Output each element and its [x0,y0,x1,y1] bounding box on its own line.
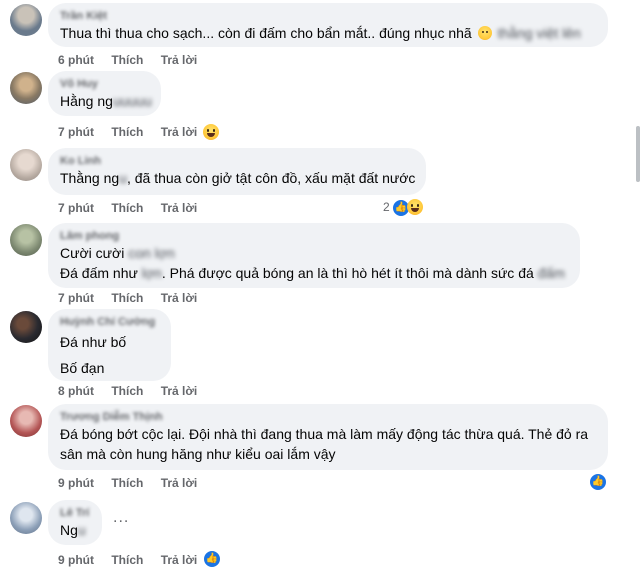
comment-text: Ng [60,522,78,538]
haha-icon[interactable] [203,124,219,140]
comment-author[interactable]: Trần Kiệt [60,10,596,23]
blurred-text: đấm [537,265,565,281]
comment-bubble: Ko Linh Thằng ngu, đã thua còn giở tật c… [48,148,426,195]
like-button[interactable]: Thích [111,53,143,67]
comment-time[interactable]: 6 phút [58,53,94,67]
reply-button[interactable]: Trả lời [161,125,198,139]
comment-bubble: Lâm phong Cười cười con lợn Đá đấm như l… [48,223,580,288]
blurred-text: u [119,170,127,186]
reply-button[interactable]: Trả lời [161,476,198,490]
avatar[interactable] [10,311,42,343]
haha-icon[interactable] [407,199,423,215]
smirk-emoji-icon [477,26,492,40]
comment-text: Đá như bố [60,334,127,350]
blurred-text: con lợn [128,245,175,261]
comment-text: Thằng ng [60,170,120,186]
comment-author[interactable]: Huỳnh Chí Cường [60,316,159,329]
scrollbar[interactable] [636,126,640,182]
comment-bubble: Lê Trí Ngu [48,500,102,545]
reply-button[interactable]: Trả lời [161,384,198,398]
comment-author[interactable]: Trương Diễm Thịnh [60,411,596,424]
comment-time[interactable]: 7 phút [58,201,94,215]
comment-time[interactable]: 7 phút [58,125,94,139]
comment-author[interactable]: Lê Trí [60,507,90,520]
blurred-text: uuuuu [112,93,152,109]
like-button[interactable]: Thích [111,553,143,567]
reply-button[interactable]: Trả lời [161,291,198,305]
more-options-button[interactable]: ... [113,509,129,527]
comment-actions: 8 phút Thích Trả lời [58,383,211,399]
blurred-text: thằng việt lên [497,25,581,41]
reply-button[interactable]: Trả lời [161,53,198,67]
like-button[interactable]: Thích [111,201,143,215]
comment-bubble: Võ Huy Hằng nguuuuu [48,71,161,116]
comment-time[interactable]: 9 phút [58,476,94,490]
comment-bubble: Trần Kiệt Thua thì thua cho sạch... còn … [48,3,608,47]
comment-time[interactable]: 8 phút [58,384,94,398]
avatar[interactable] [10,502,42,534]
like-button[interactable]: Thích [111,125,143,139]
comment-author[interactable]: Ko Linh [60,155,414,168]
comment-actions: 7 phút Thích Trả lời [58,200,211,216]
like-icon[interactable]: 👍 [589,473,607,491]
comment-actions: 9 phút Thích Trả lời [58,552,211,568]
like-button[interactable]: Thích [111,476,143,490]
avatar[interactable] [10,72,42,104]
comment-text: , đã thua còn giở tật côn đồ, xấu mặt đấ… [126,170,416,186]
comment-bubble: Trương Diễm Thịnh Đá bóng bớt cộc lại. Đ… [48,404,608,470]
comment-author[interactable]: Lâm phong [60,230,568,243]
comment-text: . Phá được quả bóng an là thì hò hét ít … [161,265,534,281]
comment-time[interactable]: 9 phút [58,553,94,567]
comment-text: Hằng ng [60,93,113,109]
comment-text: Bố đạn [60,360,105,376]
reaction-count[interactable]: 2 [383,200,390,214]
like-icon[interactable]: 👍 [203,550,221,568]
like-button[interactable]: Thích [111,384,143,398]
comment-text: Đá bóng bớt cộc lại. Đội nhà thì đang th… [60,426,589,462]
blurred-text: u [77,522,86,538]
avatar[interactable] [10,405,42,437]
like-button[interactable]: Thích [111,291,143,305]
comment-actions: 9 phút Thích Trả lời [58,475,211,491]
comment-actions: 7 phút Thích Trả lời [58,290,211,306]
reply-button[interactable]: Trả lời [161,553,198,567]
comment-time[interactable]: 7 phút [58,291,94,305]
comment-text: Thua thì thua cho sạch... còn đi đấm cho… [60,25,472,41]
comment-actions: 6 phút Thích Trả lời [58,52,211,68]
avatar[interactable] [10,4,42,36]
reply-button[interactable]: Trả lời [161,201,198,215]
blurred-text: lợn [141,265,162,281]
avatar[interactable] [10,224,42,256]
avatar[interactable] [10,149,42,181]
comment-author[interactable]: Võ Huy [60,78,149,91]
comment-text: Đá đấm như [60,265,138,281]
comment-actions: 7 phút Thích Trả lời [58,124,211,140]
comment-text: Cười cười [60,245,125,261]
comment-bubble: Huỳnh Chí Cường Đá như bố Bố đạn [48,309,171,381]
